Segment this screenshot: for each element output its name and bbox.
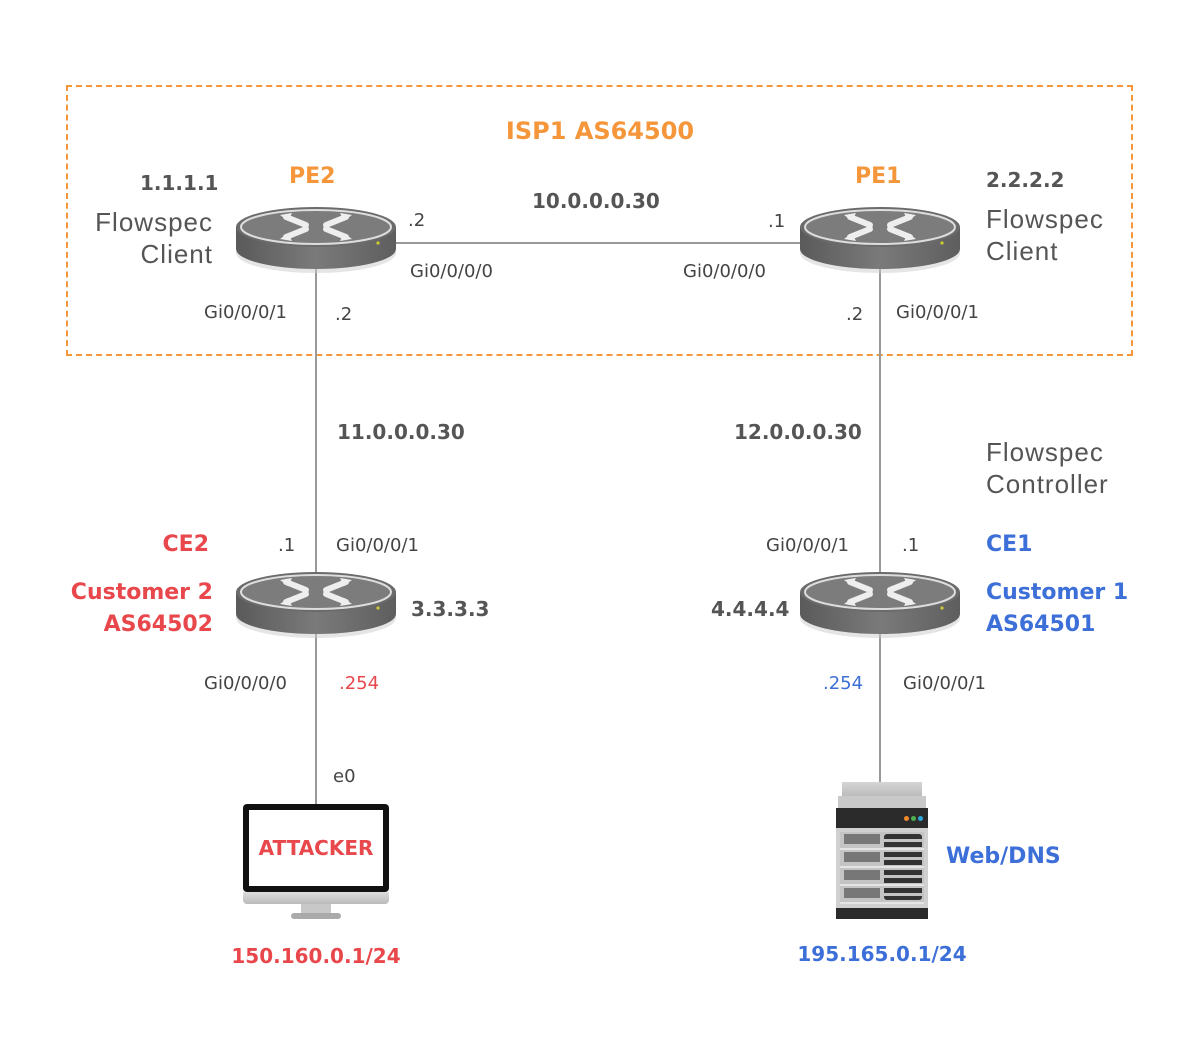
ce1-customer: Customer 1 <box>986 580 1129 605</box>
ce1-loopback: 4.4.4.4 <box>711 597 790 621</box>
ce2-north-ip: .1 <box>278 535 296 556</box>
ce1-north-ip: .1 <box>902 535 920 556</box>
attacker-subnet: 150.160.0.1/24 <box>231 944 401 968</box>
link-pe1-ce1-subnet: 12.0.0.0.30 <box>734 420 862 444</box>
pe2-east-if: Gi0/0/0/0 <box>410 261 493 282</box>
ce1-asn: AS64501 <box>986 612 1096 637</box>
pe2-loopback: 1.1.1.1 <box>140 171 219 195</box>
attacker-computer-icon[interactable]: ATTACKER <box>243 804 389 924</box>
pe2-south-ip: .2 <box>335 304 353 325</box>
ce1-south-if: Gi0/0/0/1 <box>903 673 986 694</box>
router-ce2-icon[interactable] <box>234 570 398 640</box>
pe1-role-line1: Flowspec <box>986 204 1104 234</box>
attacker-interface: e0 <box>333 766 356 787</box>
router-pe2-icon[interactable] <box>234 205 398 275</box>
ce1-role-line1: Flowspec <box>986 437 1104 467</box>
router-pe1-icon[interactable] <box>798 205 962 275</box>
ce1-north-if: Gi0/0/0/1 <box>766 535 849 556</box>
pe2-east-ip: .2 <box>408 210 426 231</box>
ce1-role-line2: Controller <box>986 469 1109 499</box>
pe1-loopback: 2.2.2.2 <box>986 168 1065 192</box>
network-diagram: ATTACKER ISP1 AS64500 1.1.1.1 PE2 Flowsp… <box>0 0 1200 1050</box>
pe1-west-ip: .1 <box>768 211 786 232</box>
ce1-south-ip: .254 <box>823 673 864 694</box>
pe1-west-if: Gi0/0/0/0 <box>683 261 766 282</box>
server-name: Web/DNS <box>946 844 1061 869</box>
ce1-name: CE1 <box>986 532 1033 557</box>
ce2-north-if: Gi0/0/0/1 <box>336 535 419 556</box>
ce2-customer: Customer 2 <box>70 580 213 605</box>
ce2-south-ip: .254 <box>339 673 380 694</box>
pe1-role-line2: Client <box>986 236 1059 266</box>
pe2-name: PE2 <box>289 164 336 189</box>
ce2-loopback: 3.3.3.3 <box>411 597 490 621</box>
router-ce1-icon[interactable] <box>798 570 962 640</box>
links <box>315 242 881 805</box>
pe2-role-line2: Client <box>140 239 213 269</box>
ce2-south-if: Gi0/0/0/0 <box>204 673 287 694</box>
pe2-role-line1: Flowspec <box>95 207 213 237</box>
link-pe2-ce2-subnet: 11.0.0.0.30 <box>337 420 465 444</box>
pe1-south-if: Gi0/0/0/1 <box>896 302 979 323</box>
link-pe-pe-subnet: 10.0.0.0.30 <box>532 189 660 213</box>
ce2-name: CE2 <box>162 532 209 557</box>
web-dns-server-icon[interactable] <box>836 782 928 919</box>
ce2-asn: AS64502 <box>103 612 213 637</box>
pe2-south-if: Gi0/0/0/1 <box>204 302 287 323</box>
attacker-screen-text: ATTACKER <box>258 836 374 860</box>
pe1-south-ip: .2 <box>846 304 864 325</box>
pe1-name: PE1 <box>855 164 902 189</box>
isp-title: ISP1 AS64500 <box>505 117 695 145</box>
server-subnet: 195.165.0.1/24 <box>797 942 967 966</box>
